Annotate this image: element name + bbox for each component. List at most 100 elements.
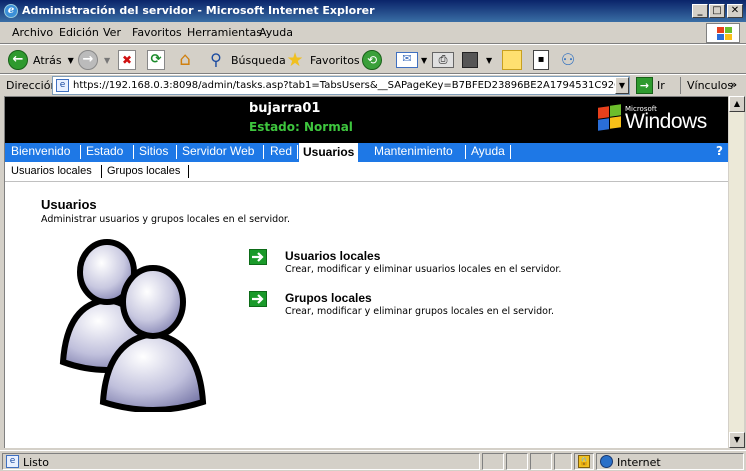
server-banner: bujarra01 Estado: Normal Microsoft Windo…	[5, 97, 728, 143]
status-pane-main: e Listo	[2, 453, 480, 470]
tab-mantenimiento[interactable]: Mantenimiento	[374, 144, 453, 158]
search-button[interactable]: ⚲ Búsqueda	[206, 49, 286, 71]
tab-separator	[133, 145, 134, 159]
tab-separator	[80, 145, 81, 159]
home-button[interactable]: ⌂	[174, 49, 196, 71]
back-arrow-icon: ←	[8, 50, 28, 70]
tab-usuarios[interactable]: Usuarios	[299, 143, 359, 162]
title-bar: e Administración del servidor - Microsof…	[0, 0, 746, 22]
windows-wordmark: Windows	[625, 110, 707, 133]
main-tabs: Bienvenido Estado Sitios Servidor Web Re…	[5, 143, 728, 162]
subtab-usuarios-locales[interactable]: Usuarios locales	[11, 165, 92, 177]
research-button[interactable]: ▪	[533, 49, 549, 71]
tab-estado[interactable]: Estado	[86, 144, 123, 158]
tab-ayuda[interactable]: Ayuda	[471, 144, 505, 158]
status-pane	[530, 453, 552, 470]
vertical-scrollbar[interactable]: ▲ ▼	[728, 96, 745, 448]
chevron-down-icon: ▼	[67, 55, 74, 65]
maximize-button[interactable]: □	[709, 4, 725, 18]
tab-separator	[297, 145, 298, 159]
tab-servidor-web[interactable]: Servidor Web	[182, 144, 254, 158]
status-pane	[482, 453, 504, 470]
history-button[interactable]: ⟲	[362, 49, 382, 71]
refresh-button[interactable]: ⟳	[147, 49, 165, 71]
stop-icon: ✖	[118, 50, 136, 70]
window-title: Administración del servidor - Microsoft …	[22, 4, 375, 17]
home-icon: ⌂	[179, 49, 191, 70]
mail-button[interactable]: ✉ ▼	[396, 49, 427, 71]
address-input[interactable]: e https://192.168.0.3:8098/admin/tasks.a…	[52, 76, 630, 95]
stop-button[interactable]: ✖	[118, 49, 136, 71]
edit-icon	[462, 52, 478, 68]
go-arrow-icon[interactable]: →	[636, 77, 653, 94]
printer-icon: ⎙	[432, 52, 454, 68]
subtab-separator	[101, 165, 102, 178]
back-button[interactable]: ← Atrás ▼	[8, 49, 74, 71]
tab-sitios[interactable]: Sitios	[139, 144, 168, 158]
zone-text: Internet	[617, 456, 661, 469]
chevron-more-icon[interactable]: »	[730, 78, 737, 91]
windows-flag-icon	[706, 23, 740, 43]
status-pane	[506, 453, 528, 470]
subtab-grupos-locales[interactable]: Grupos locales	[107, 165, 180, 177]
server-status: Estado: Normal	[249, 120, 353, 134]
menu-edicion[interactable]: Edición	[59, 26, 99, 39]
page-title: Usuarios	[41, 197, 97, 212]
minimize-button[interactable]: _	[692, 4, 708, 18]
scroll-up-icon[interactable]: ▲	[729, 96, 745, 112]
help-button[interactable]: ?	[716, 144, 723, 158]
close-button[interactable]: ✕	[727, 4, 743, 18]
tab-separator	[176, 145, 177, 159]
lock-icon: 🔒	[578, 455, 590, 468]
subtab-separator	[188, 165, 189, 178]
arrow-right-icon	[249, 291, 267, 307]
ie-icon: e	[4, 4, 18, 18]
menu-favoritos[interactable]: Favoritos	[132, 26, 182, 39]
refresh-icon: ⟳	[147, 50, 165, 70]
separator	[680, 77, 681, 94]
search-icon: ⚲	[210, 50, 222, 69]
status-bar: e Listo 🔒 Internet	[0, 450, 746, 471]
messenger-button[interactable]: ⚇	[558, 49, 578, 71]
address-url: https://192.168.0.3:8098/admin/tasks.asp…	[73, 80, 630, 91]
task-description: Crear, modificar y eliminar usuarios loc…	[285, 264, 562, 275]
address-label: Dirección	[6, 79, 58, 92]
print-button[interactable]: ⎙	[432, 49, 454, 71]
edit-button[interactable]: ▼	[462, 49, 492, 71]
menu-ayuda[interactable]: Ayuda	[259, 26, 293, 39]
status-text: Listo	[23, 456, 49, 469]
menu-ver[interactable]: Ver	[103, 26, 121, 39]
chevron-down-icon: ▼	[486, 55, 493, 65]
menu-bar: Archivo Edición Ver Favoritos Herramient…	[0, 22, 746, 44]
page-icon: e	[56, 79, 69, 92]
mail-icon: ✉	[396, 52, 418, 68]
go-button[interactable]: Ir	[657, 79, 665, 92]
menu-archivo[interactable]: Archivo	[12, 26, 53, 39]
tab-separator	[465, 145, 466, 159]
forward-button[interactable]: → ▼	[78, 49, 110, 71]
address-dropdown[interactable]: ▼	[615, 77, 629, 94]
links-button[interactable]: Vínculos	[687, 79, 733, 92]
task-description: Crear, modificar y eliminar grupos local…	[285, 306, 555, 317]
messenger-icon: ⚇	[560, 50, 576, 69]
history-icon: ⟲	[362, 50, 382, 70]
users-icon	[59, 239, 207, 412]
tab-separator	[510, 145, 511, 159]
discuss-button[interactable]	[502, 49, 522, 71]
tab-red[interactable]: Red	[270, 144, 292, 158]
page-content: bujarra01 Estado: Normal Microsoft Windo…	[4, 96, 728, 448]
tab-bienvenido[interactable]: Bienvenido	[11, 144, 70, 158]
chevron-down-icon: ▼	[104, 55, 111, 65]
favorites-button[interactable]: ★ Favoritos	[284, 49, 359, 71]
task-title[interactable]: Usuarios locales	[285, 249, 380, 263]
scroll-down-icon[interactable]: ▼	[729, 432, 745, 448]
toolbar: ← Atrás ▼ → ▼ ✖ ⟳ ⌂ ⚲ Búsqueda ★ Favorit…	[0, 44, 746, 74]
status-pane	[554, 453, 572, 470]
page-icon: e	[6, 455, 19, 468]
task-title[interactable]: Grupos locales	[285, 291, 372, 305]
status-pane-zone: Internet	[596, 453, 744, 470]
star-icon: ★	[286, 49, 304, 71]
menu-herramientas[interactable]: Herramientas	[187, 26, 262, 39]
chevron-down-icon: ▼	[421, 55, 428, 65]
note-icon	[502, 50, 522, 70]
